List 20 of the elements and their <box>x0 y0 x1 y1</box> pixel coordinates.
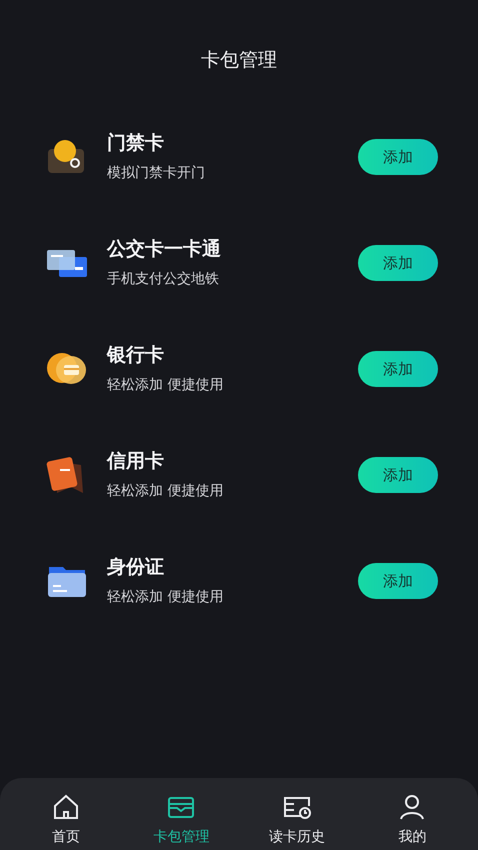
tab-item[interactable]: 首页 <box>8 778 124 850</box>
card-description: 手机支付公交地铁 <box>107 270 220 288</box>
card-name: 身份证 <box>107 556 165 578</box>
card-description: 轻松添加 便捷使用 <box>107 376 224 394</box>
add-button[interactable]: 添加 <box>358 351 438 387</box>
card-description: 模拟门禁卡开门 <box>107 164 206 182</box>
add-button[interactable]: 添加 <box>358 139 438 175</box>
add-button[interactable]: 添加 <box>358 563 438 599</box>
card-name: 门禁卡 <box>107 132 165 154</box>
add-button[interactable]: 添加 <box>358 245 438 281</box>
card-name: 信用卡 <box>107 450 165 472</box>
tab-item[interactable]: 我的 <box>354 778 470 850</box>
card-description: 轻松添加 便捷使用 <box>107 482 224 500</box>
add-button[interactable]: 添加 <box>358 457 438 493</box>
card-description: 轻松添加 便捷使用 <box>107 588 224 606</box>
card-name: 公交卡一卡通 <box>107 238 222 260</box>
card-name: 银行卡 <box>107 344 165 366</box>
tab-item[interactable]: 读卡历史 <box>239 778 354 850</box>
tab-item[interactable]: 卡包管理 <box>124 778 239 850</box>
page-title: 卡包管理 <box>200 48 278 73</box>
